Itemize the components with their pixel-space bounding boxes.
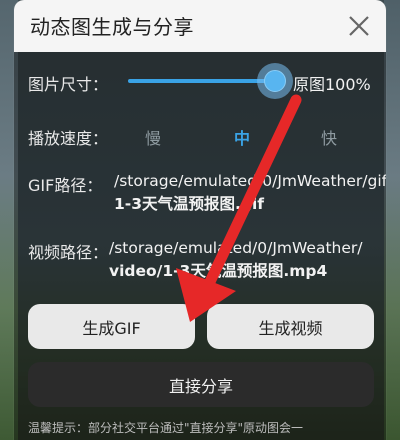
gif-path-line1: /storage/emulated/0/JmWeather/gif/ xyxy=(114,172,386,190)
hint-text: 温馨提示：部分社交平台通过"直接分享"原动图会一 xyxy=(28,421,304,435)
dialog-title: 动态图生成与分享 xyxy=(30,15,194,39)
video-path-value: /storage/emulated/0/JmWeather/ video/1-3… xyxy=(109,237,379,283)
video-path-line1: /storage/emulated/0/JmWeather/ xyxy=(109,239,363,257)
close-icon[interactable] xyxy=(346,13,372,39)
speed-option-slow[interactable]: 慢 xyxy=(145,125,161,149)
image-size-value: 原图100% xyxy=(293,75,371,94)
speed-option-fast[interactable]: 快 xyxy=(321,125,337,149)
generate-video-button[interactable]: 生成视频 xyxy=(207,304,374,349)
video-path-line2: video/1-3天气温预报图.mp4 xyxy=(109,262,328,280)
gif-path-value: /storage/emulated/0/JmWeather/gif/ 1-3天气… xyxy=(114,170,386,216)
image-size-slider-track[interactable] xyxy=(128,79,274,83)
play-speed-label: 播放速度： xyxy=(28,129,109,148)
share-dialog: 动态图生成与分享 图片尺寸： 原图100% 播放速度： 慢 中 快 GIF路径：… xyxy=(14,0,386,440)
speed-option-medium[interactable]: 中 xyxy=(234,125,250,149)
dialog-header: 动态图生成与分享 xyxy=(14,0,386,52)
video-path-label: 视频路径： xyxy=(28,243,109,262)
generate-gif-button[interactable]: 生成GIF xyxy=(28,304,195,349)
direct-share-button[interactable]: 直接分享 xyxy=(28,362,374,407)
gif-path-label: GIF路径： xyxy=(28,176,103,195)
gif-path-line2: 1-3天气温预报图.gif xyxy=(114,195,265,213)
image-size-slider-handle[interactable] xyxy=(264,70,286,92)
background-right xyxy=(384,0,400,440)
image-size-label: 图片尺寸： xyxy=(28,75,109,94)
